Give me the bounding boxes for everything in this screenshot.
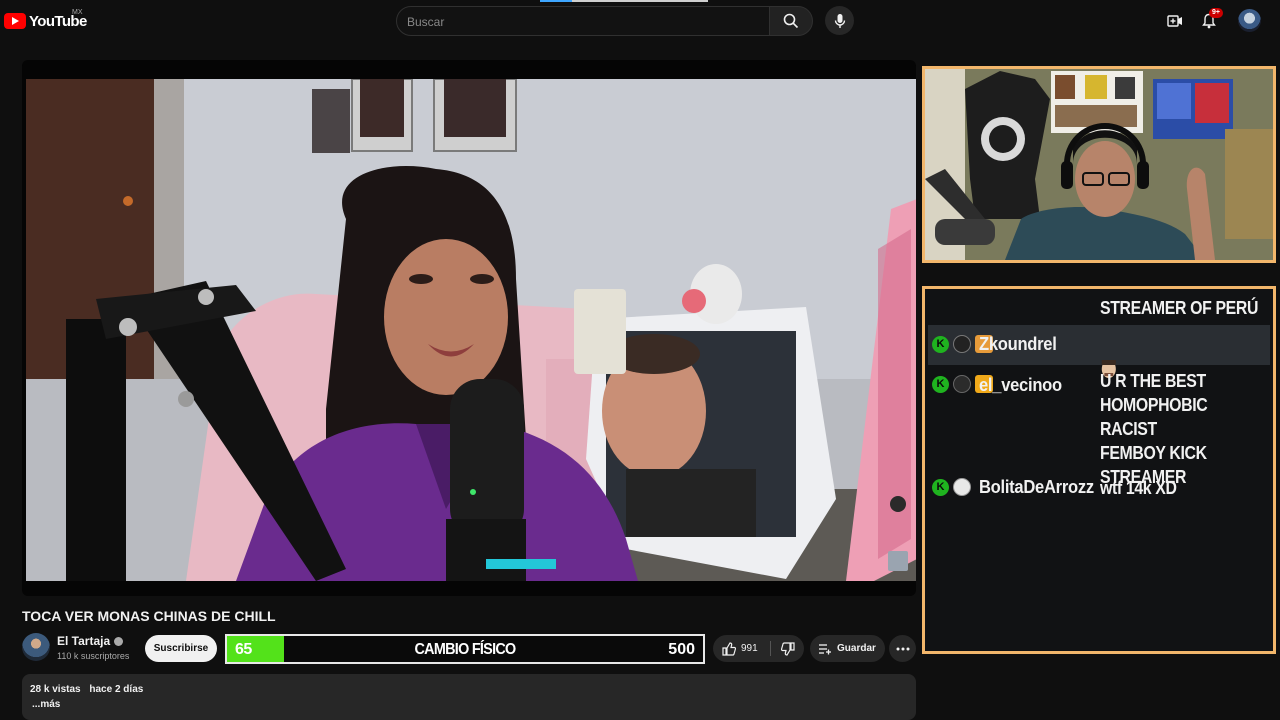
chat-overlay: STREAMER OF PERÚ K Zkoundrel K el_vecino… bbox=[922, 286, 1276, 654]
video-frame[interactable] bbox=[26, 79, 916, 581]
chat-message: STREAMER OF PERÚ bbox=[928, 289, 1270, 323]
thumbs-down-icon bbox=[780, 641, 795, 656]
chat-username[interactable]: Zkoundrel bbox=[979, 334, 1057, 355]
account-avatar[interactable] bbox=[1238, 9, 1261, 32]
user-silhouette-icon bbox=[953, 335, 971, 353]
subscriber-count: 110 k suscriptores bbox=[57, 651, 130, 661]
rice-ball-badge-icon bbox=[953, 478, 971, 496]
chat-message: K BolitaDeArrozz wtf 14k XD bbox=[928, 471, 1270, 505]
create-video-icon bbox=[1167, 15, 1182, 27]
description-meta: 28 k vistas hace 2 días bbox=[30, 684, 143, 695]
kick-badge-icon: K bbox=[932, 375, 949, 393]
chat-username[interactable]: BolitaDeArrozz bbox=[979, 477, 1094, 498]
search-input[interactable] bbox=[407, 13, 757, 31]
facecam-scene bbox=[925, 69, 1273, 260]
more-horizontal-icon bbox=[896, 647, 909, 650]
channel-name[interactable]: El Tartaja bbox=[57, 634, 110, 648]
show-more-link[interactable]: ...más bbox=[32, 699, 60, 710]
like-count: 991 bbox=[741, 643, 758, 654]
more-actions-button[interactable] bbox=[889, 635, 916, 662]
playlist-add-icon bbox=[819, 643, 831, 654]
search-icon bbox=[783, 13, 799, 29]
chat-username[interactable]: el_vecinoo bbox=[979, 375, 1062, 396]
youtube-logo[interactable]: YouTube MX bbox=[4, 9, 87, 31]
chat-message-text: wtf 14k XD bbox=[1100, 478, 1177, 498]
microphone-icon bbox=[834, 13, 845, 28]
description-box[interactable]: 28 k vistas hace 2 días ...más bbox=[22, 674, 916, 720]
video-player[interactable] bbox=[22, 60, 916, 596]
user-avatar-icon bbox=[953, 375, 971, 393]
verified-icon bbox=[114, 636, 124, 646]
dislike-button[interactable] bbox=[771, 635, 804, 662]
streamer-facecam bbox=[922, 66, 1276, 263]
country-code: MX bbox=[72, 9, 83, 16]
thumbs-up-icon bbox=[722, 641, 736, 656]
kick-badge-icon: K bbox=[932, 335, 949, 353]
subscribe-button[interactable]: Suscribirse bbox=[145, 635, 217, 662]
goal-progress-bar: 65 CAMBIO FÍSICO 500 bbox=[225, 634, 705, 664]
top-bar: YouTube MX 9+ bbox=[0, 0, 1280, 42]
voice-search-button[interactable] bbox=[825, 6, 854, 35]
notification-count-badge: 9+ bbox=[1209, 8, 1223, 18]
chat-badges: K bbox=[932, 478, 971, 496]
view-count: 28 k vistas bbox=[30, 684, 81, 695]
like-dislike-group: 991 bbox=[713, 635, 804, 662]
chat-message: K Zkoundrel bbox=[928, 325, 1270, 378]
channel-name-row[interactable]: El Tartaja bbox=[57, 634, 124, 648]
like-button[interactable]: 991 bbox=[713, 635, 770, 662]
video-scene bbox=[26, 79, 916, 581]
chat-message: K el_vecinoo U R THE BEST HOMOPHOBIC RAC… bbox=[928, 367, 1270, 487]
save-label: Guardar bbox=[837, 643, 876, 654]
youtube-play-icon bbox=[4, 13, 26, 29]
create-button[interactable] bbox=[1164, 10, 1186, 32]
search-button[interactable] bbox=[769, 6, 813, 36]
page-load-progress bbox=[540, 0, 708, 2]
goal-label: CAMBIO FÍSICO bbox=[414, 641, 516, 658]
goal-current-value: 65 bbox=[235, 641, 252, 658]
notifications-button[interactable]: 9+ bbox=[1198, 8, 1223, 32]
video-title: TOCA VER MONAS CHINAS DE CHILL bbox=[22, 608, 276, 624]
goal-target-value: 500 bbox=[668, 641, 695, 658]
chat-message-text: STREAMER OF PERÚ bbox=[1100, 298, 1259, 318]
search-box bbox=[396, 6, 770, 36]
upload-date: hace 2 días bbox=[89, 684, 144, 695]
kick-badge-icon: K bbox=[932, 478, 949, 496]
save-button[interactable]: Guardar bbox=[810, 635, 885, 662]
channel-avatar[interactable] bbox=[22, 633, 50, 661]
